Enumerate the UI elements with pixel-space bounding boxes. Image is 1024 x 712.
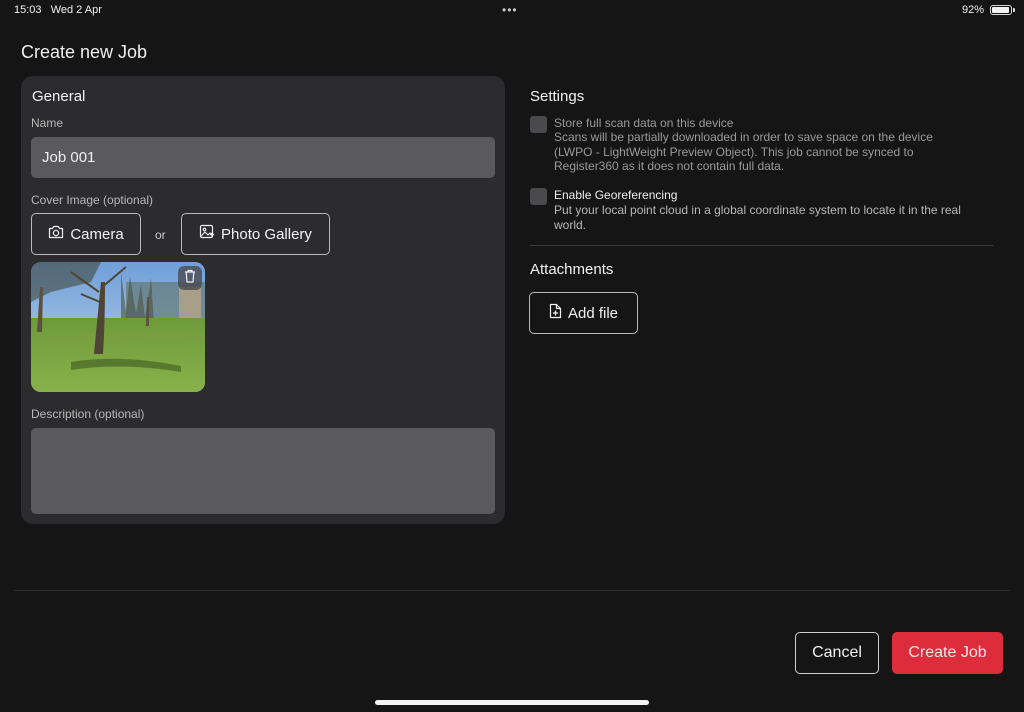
photo-gallery-icon [199,224,215,244]
photo-gallery-button[interactable]: Photo Gallery [181,213,330,255]
battery-level [992,7,1009,13]
camera-button[interactable]: Camera [31,213,141,255]
add-file-button[interactable]: Add file [529,292,638,334]
page-title: Create new Job [21,42,148,62]
add-file-button-label: Add file [567,304,619,322]
description-label: Description (optional) [31,407,145,421]
description-input[interactable] [31,428,495,514]
general-section-title: General [32,88,86,105]
delete-cover-image-button[interactable] [178,266,202,290]
or-separator: or [155,228,166,242]
store-full-data-description: Scans will be partially downloaded in or… [554,130,933,174]
settings-section-title: Settings [530,88,585,105]
name-label: Name [31,116,64,130]
trash-icon [184,269,196,288]
battery-icon [990,5,1015,15]
add-file-icon [549,303,562,323]
cover-image-thumbnail[interactable] [31,262,205,392]
store-full-data-label: Store full scan data on this device [554,116,734,130]
enable-georeferencing-label: Enable Georeferencing [554,188,678,202]
home-indicator[interactable] [375,700,649,705]
cover-image-label: Cover Image (optional) [31,193,154,207]
camera-button-label: Camera [70,225,124,243]
enable-georeferencing-checkbox[interactable] [530,188,547,205]
status-date: Wed 2 Apr [50,4,102,16]
general-card: General Name Job 001 Cover Image (option… [21,76,505,524]
footer-divider [14,590,1010,591]
enable-georeferencing-description: Put your local point cloud in a global c… [554,203,961,232]
battery-percent: 92% [961,4,984,16]
store-full-data-checkbox[interactable] [530,116,547,133]
photo-gallery-button-label: Photo Gallery [221,225,312,243]
camera-icon [48,225,64,243]
name-input[interactable]: Job 001 [31,137,495,178]
multitasking-dots[interactable]: ••• [502,3,518,17]
attachments-section-title: Attachments [530,261,614,278]
status-time: 15:03 Wed 2 Apr [14,4,102,16]
create-job-button[interactable]: Create Job [892,632,1003,674]
cancel-button[interactable]: Cancel [795,632,879,674]
divider [530,245,993,246]
